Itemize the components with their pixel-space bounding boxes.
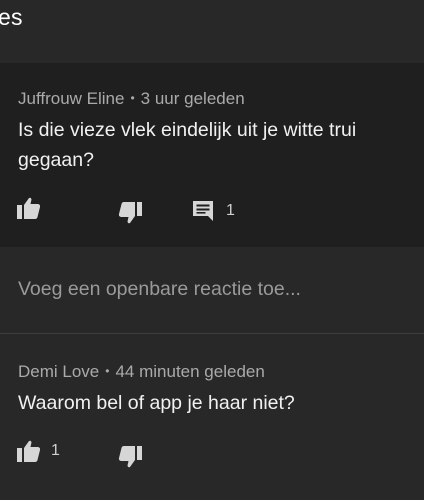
thumbs-up-icon xyxy=(17,197,41,219)
dislike-button[interactable] xyxy=(118,202,142,224)
thumbs-up-icon xyxy=(17,440,41,462)
comment-time: 3 uur geleden xyxy=(140,89,245,108)
thumbs-down-icon xyxy=(118,446,142,468)
comment-icon xyxy=(193,201,213,221)
like-button[interactable]: 1 xyxy=(17,440,60,462)
like-button[interactable] xyxy=(17,197,41,219)
comment-author[interactable]: Juffrouw Eline xyxy=(18,89,124,108)
dislike-button[interactable] xyxy=(118,446,142,468)
replies-button[interactable]: 1 xyxy=(192,200,235,222)
add-comment-input[interactable] xyxy=(18,278,408,301)
comment-text: Waarom bel of app je haar niet? xyxy=(18,392,295,414)
meta-separator: • xyxy=(130,91,135,105)
header-title: es xyxy=(0,4,23,30)
divider xyxy=(0,333,424,334)
comment-author[interactable]: Demi Love xyxy=(18,362,99,381)
comment-text: Is die vieze vlek eindelijk uit je witte… xyxy=(18,119,357,171)
comment-meta: Juffrouw Eline • 3 uur geleden xyxy=(18,89,245,109)
comment-meta: Demi Love • 44 minuten geleden xyxy=(18,362,265,382)
meta-separator: • xyxy=(105,364,110,378)
thumbs-down-icon xyxy=(118,202,142,224)
comment-time: 44 minuten geleden xyxy=(115,362,265,381)
header: es xyxy=(0,0,424,63)
like-count: 1 xyxy=(51,442,60,459)
reply-count: 1 xyxy=(226,202,235,219)
